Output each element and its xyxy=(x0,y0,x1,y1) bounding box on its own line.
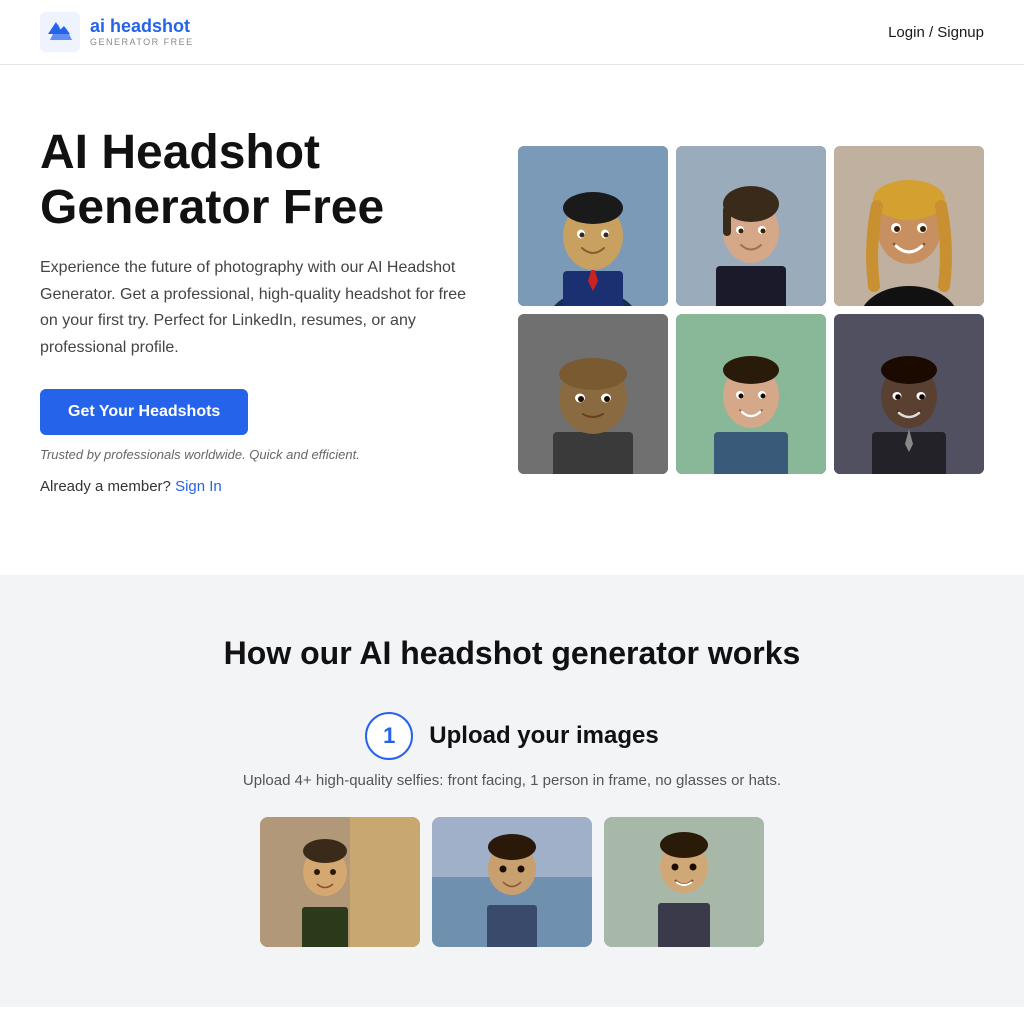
hero-description: Experience the future of photography wit… xyxy=(40,255,480,361)
headshot-4 xyxy=(518,314,668,474)
hero-title: AI Headshot Generator Free xyxy=(40,125,480,235)
logo-sub: GENERATOR FREE xyxy=(90,37,194,47)
member-text: Already a member? Sign In xyxy=(40,478,480,495)
sample-photo-2 xyxy=(432,817,592,947)
sample-photos xyxy=(260,817,764,947)
headshot-grid xyxy=(518,146,984,474)
logo-icon xyxy=(40,12,80,52)
headshot-6 xyxy=(834,314,984,474)
hero-left: AI Headshot Generator Free Experience th… xyxy=(40,125,480,495)
login-signup-link[interactable]: Login / Signup xyxy=(888,24,984,41)
step-1-number: 1 xyxy=(365,712,413,760)
header: ai headshot GENERATOR FREE Login / Signu… xyxy=(0,0,1024,65)
headshot-1 xyxy=(518,146,668,306)
step-1: 1 Upload your images Upload 4+ high-qual… xyxy=(40,712,984,947)
step-1-label: Upload your images xyxy=(429,722,658,750)
sample-photo-3 xyxy=(604,817,764,947)
sign-in-link[interactable]: Sign In xyxy=(175,478,222,495)
get-headshots-button[interactable]: Get Your Headshots xyxy=(40,389,248,435)
how-title: How our AI headshot generator works xyxy=(40,635,984,672)
logo-main: ai headshot xyxy=(90,17,194,37)
logo-ai: ai xyxy=(90,16,105,36)
hero-section: AI Headshot Generator Free Experience th… xyxy=(0,65,1024,575)
headshot-3 xyxy=(834,146,984,306)
step-1-description: Upload 4+ high-quality selfies: front fa… xyxy=(243,772,781,789)
logo: ai headshot GENERATOR FREE xyxy=(40,12,194,52)
how-it-works-section: How our AI headshot generator works 1 Up… xyxy=(0,575,1024,1007)
headshot-2 xyxy=(676,146,826,306)
logo-text: ai headshot GENERATOR FREE xyxy=(90,17,194,47)
step-1-header: 1 Upload your images xyxy=(365,712,658,760)
headshot-5 xyxy=(676,314,826,474)
sample-photo-1 xyxy=(260,817,420,947)
trust-text: Trusted by professionals worldwide. Quic… xyxy=(40,447,480,462)
